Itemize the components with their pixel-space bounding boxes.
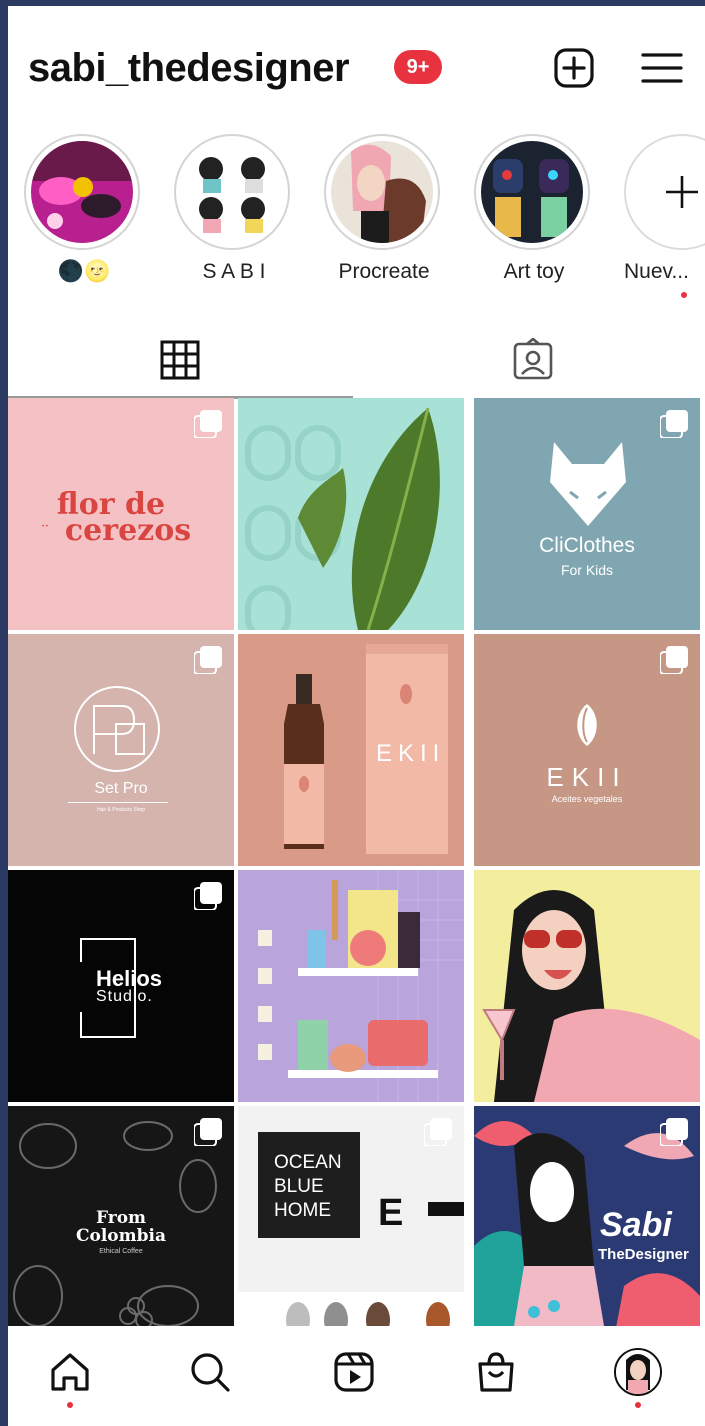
post-title-line: From	[95, 1208, 147, 1228]
post-title-line: Colombia	[75, 1226, 166, 1246]
multi-post-icon	[424, 1118, 452, 1146]
shop-icon[interactable]	[474, 1350, 518, 1394]
multi-post-icon	[194, 410, 222, 438]
post-subtitle: TheDesigner	[598, 1246, 689, 1263]
new-post-icon[interactable]	[552, 46, 596, 90]
post-ekii-bottle[interactable]: EKII	[238, 634, 464, 866]
bottom-navigation	[8, 1326, 705, 1426]
post-title-line: EKII	[546, 762, 628, 792]
post-title-line: BLUE	[274, 1176, 324, 1197]
new-indicator-dot	[681, 292, 687, 298]
story-label: Procreate	[338, 260, 430, 283]
post-title-line: Set Pro	[94, 780, 148, 797]
story-highlight[interactable]: S A B I	[174, 134, 294, 304]
post-brand-text: EKII	[376, 740, 446, 767]
frame-shape	[80, 1012, 82, 1036]
girl-illustration-image	[474, 870, 700, 1102]
profile-screen: sabi_thedesigner 9+ 🌑🌝 S A B I Procreate…	[8, 6, 705, 1426]
post-brand-mark: E	[378, 1192, 404, 1234]
profile-tabs	[8, 310, 705, 400]
set-pro-logo-icon	[74, 686, 160, 772]
profile-avatar[interactable]	[614, 1348, 662, 1396]
post-set-pro[interactable]: Set Pro Hair & Products Shop	[8, 634, 234, 866]
story-label: 🌑🌝	[57, 260, 111, 283]
post-title-line: OCEAN	[274, 1152, 342, 1173]
post-girl-drink[interactable]	[474, 870, 700, 1102]
grid-icon[interactable]	[158, 338, 202, 382]
home-icon[interactable]	[48, 1350, 92, 1394]
multi-post-icon	[660, 1118, 688, 1146]
tagged-icon[interactable]	[511, 338, 555, 382]
story-thumb-art-toy	[481, 141, 583, 243]
menu-icon[interactable]	[640, 46, 684, 90]
profile-header: sabi_thedesigner 9+	[8, 6, 705, 126]
post-title-line: CliClothes	[539, 534, 635, 557]
story-label: Art toy	[503, 260, 565, 283]
post-helios-studio[interactable]: Helios Studio.	[8, 870, 234, 1102]
post-subtitle: Studio.	[96, 988, 153, 1005]
multi-post-icon	[660, 646, 688, 674]
post-subtitle: For Kids	[560, 562, 614, 578]
post-subtitle: Hair & Products Shop	[96, 807, 146, 813]
story-label: Nuev...	[624, 260, 689, 283]
leaf-image	[238, 398, 464, 630]
multi-post-icon	[194, 646, 222, 674]
post-subtitle: Ethical Coffee	[99, 1248, 143, 1255]
post-subtitle: Aceites vegetales	[551, 794, 623, 804]
seed-logo-icon	[577, 704, 597, 746]
multi-post-icon	[660, 410, 688, 438]
story-thumb-pink-hair-girl	[331, 141, 433, 243]
story-label: S A B I	[202, 260, 266, 283]
story-highlight[interactable]: 🌑🌝	[24, 134, 144, 304]
new-story-button[interactable]: Nuev...	[624, 134, 705, 304]
post-cliclothes[interactable]: CliClothes For Kids	[474, 398, 700, 630]
profile-dot	[635, 1402, 641, 1408]
posts-grid: flor de cerezos • • CliClothes For Kids …	[8, 398, 705, 1338]
story-highlight[interactable]: Art toy	[474, 134, 594, 304]
post-shelf-illustration[interactable]	[238, 870, 464, 1102]
post-plant-leaf[interactable]	[238, 398, 464, 630]
post-small-text: • •	[42, 524, 48, 530]
story-thumb-purple-art	[31, 141, 133, 243]
frame-shape	[80, 938, 82, 962]
story-highlights: 🌑🌝 S A B I Procreate Art toy Nuev...	[8, 134, 705, 309]
active-dot	[67, 1402, 73, 1408]
search-icon[interactable]	[188, 1350, 232, 1394]
fox-logo-icon	[550, 442, 626, 526]
post-title-line: Sabi	[600, 1206, 672, 1244]
shelf-illustration-image	[238, 870, 464, 1102]
avatar-image	[616, 1350, 660, 1394]
post-flor-de-cerezos[interactable]: flor de cerezos • •	[8, 398, 234, 630]
plus-icon	[666, 176, 698, 208]
post-title-line: HOME	[274, 1200, 331, 1221]
multi-post-icon	[194, 882, 222, 910]
multi-post-icon	[194, 1118, 222, 1146]
post-ocean-blue-home[interactable]: OCEAN BLUE HOME E	[238, 1106, 464, 1338]
post-from-colombia[interactable]: From Colombia Ethical Coffee	[8, 1106, 234, 1338]
username-title[interactable]: sabi_thedesigner	[28, 46, 350, 91]
story-thumb-sketch-figures	[181, 141, 283, 243]
divider	[68, 802, 168, 803]
post-title-line: cerezos	[64, 513, 192, 548]
notification-badge[interactable]: 9+	[394, 50, 442, 84]
post-ekii-logo[interactable]: EKII Aceites vegetales	[474, 634, 700, 866]
reels-icon[interactable]	[332, 1350, 376, 1394]
post-sabi-thedesigner[interactable]: Sabi TheDesigner	[474, 1106, 700, 1338]
story-highlight[interactable]: Procreate	[324, 134, 444, 304]
